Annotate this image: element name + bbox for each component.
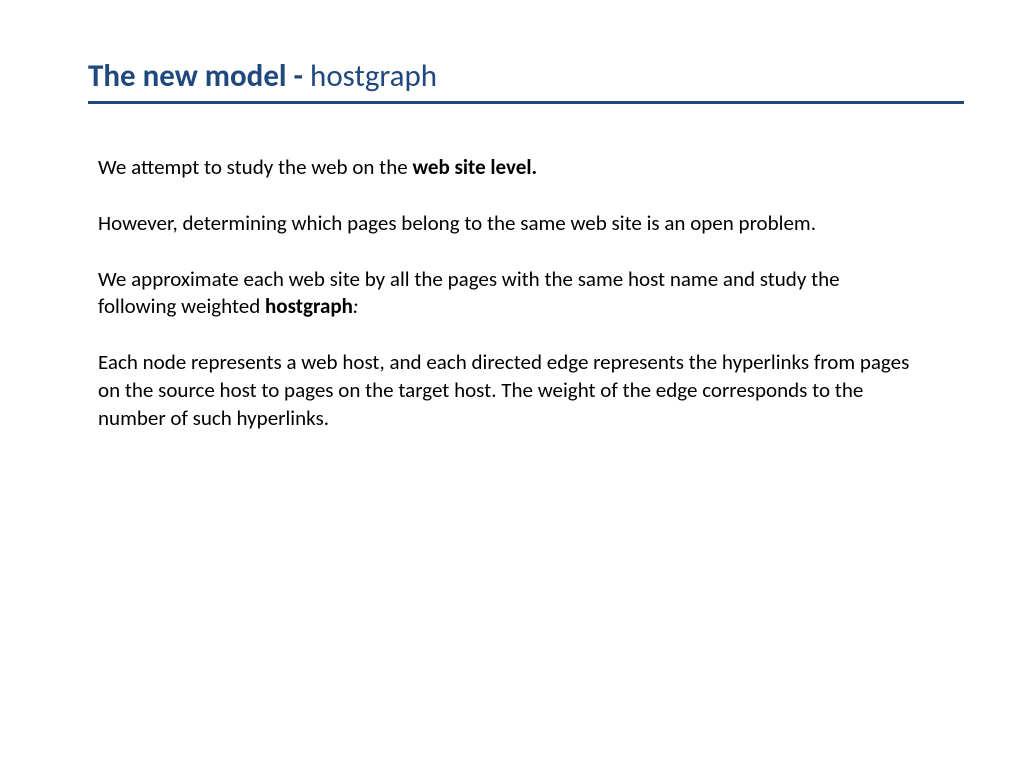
title-bold-part: The new model - bbox=[88, 57, 310, 95]
paragraph-3: We approximate each web site by all the … bbox=[98, 266, 916, 321]
title-row: The new model - hostgraph bbox=[88, 58, 964, 104]
paragraph-2: However, determining which pages belong … bbox=[98, 210, 916, 238]
slide-content: We attempt to study the web on the web s… bbox=[88, 154, 976, 432]
paragraph-1: We attempt to study the web on the web s… bbox=[98, 154, 916, 182]
p3-bold: hostgraph bbox=[265, 293, 353, 319]
p1-text: We attempt to study the web on the bbox=[98, 154, 412, 180]
p3-text: We approximate each web site by all the … bbox=[98, 266, 840, 320]
paragraph-4: Each node represents a web host, and eac… bbox=[98, 349, 916, 432]
slide-title: The new model - hostgraph bbox=[88, 58, 964, 95]
p1-bold: web site level. bbox=[412, 154, 537, 180]
p3-colon: : bbox=[353, 293, 359, 319]
title-light-part: hostgraph bbox=[310, 57, 437, 95]
slide-container: The new model - hostgraph We attempt to … bbox=[0, 0, 1024, 768]
